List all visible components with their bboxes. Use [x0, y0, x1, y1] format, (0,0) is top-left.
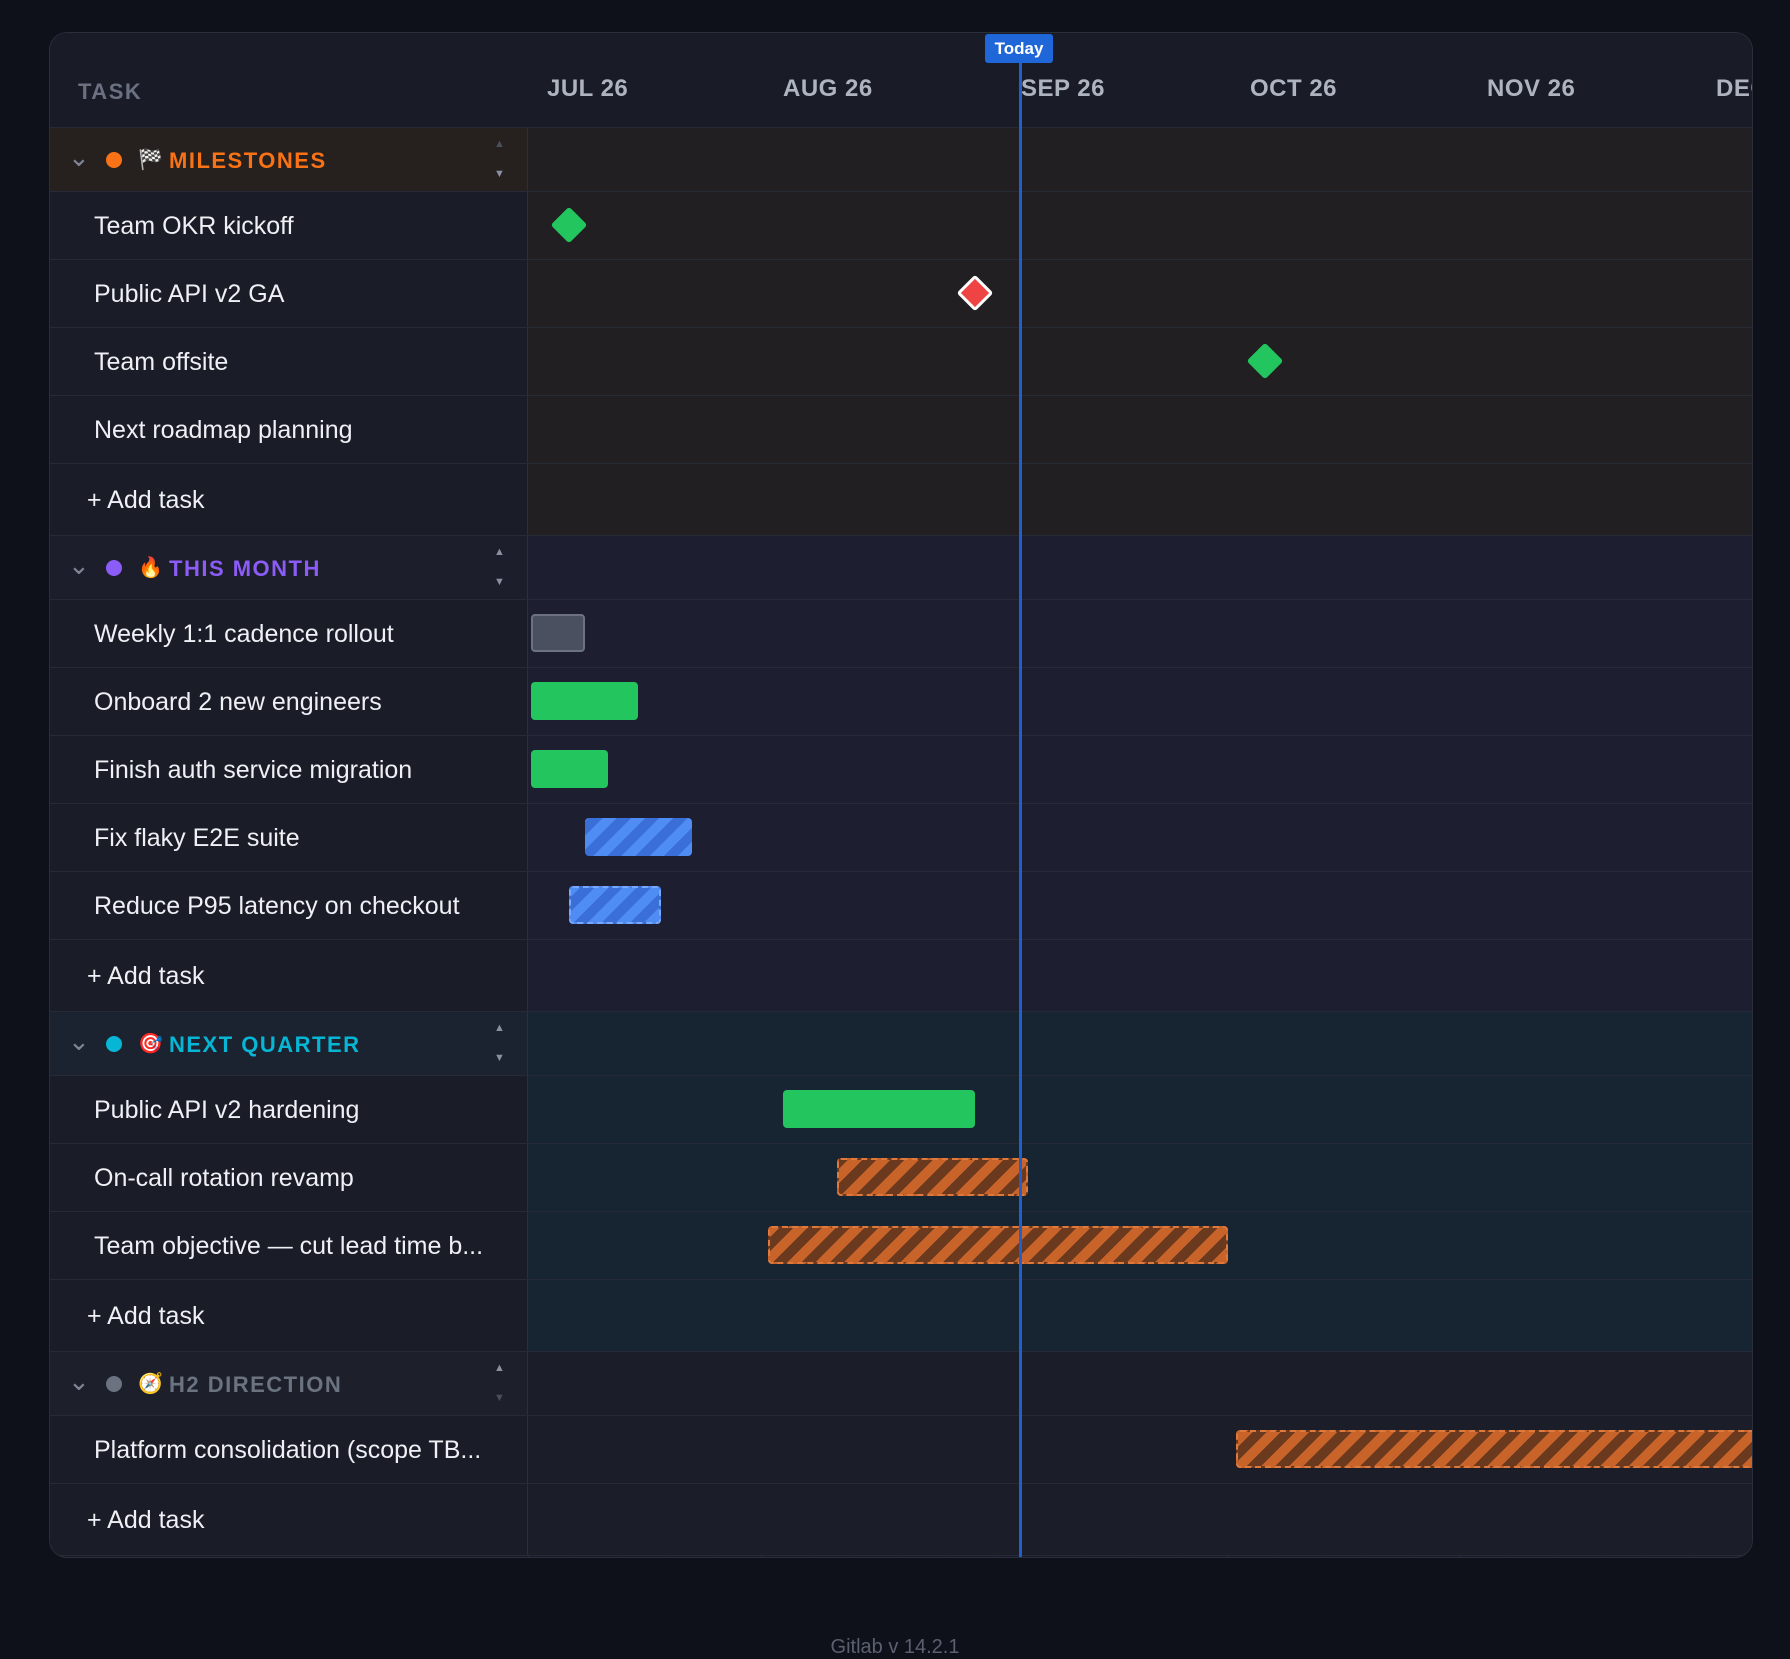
bar-onboard-engineers[interactable] [531, 682, 638, 720]
add-task-row[interactable]: + Add task [50, 1484, 1752, 1556]
task-name: Next roadmap planning [94, 416, 353, 444]
month-label-jul: JUL 26 [547, 75, 629, 102]
task-row[interactable]: Team OKR kickoff [50, 192, 1752, 260]
task-name: Reduce P95 latency on checkout [94, 892, 460, 920]
bar-platform-consolidation[interactable] [1236, 1430, 1752, 1468]
task-name: Team offsite [94, 348, 229, 376]
month-label-nov: NOV 26 [1487, 75, 1576, 102]
move-down-icon[interactable]: ▼ [494, 168, 505, 180]
task-name: Team objective — cut lead time b... [94, 1232, 484, 1260]
task-row[interactable]: Public API v2 GA [50, 260, 1752, 328]
add-task-button[interactable]: + Add task [87, 486, 204, 515]
group-name: H2 DIRECTION [169, 1372, 343, 1397]
add-task-button[interactable]: + Add task [87, 1302, 204, 1331]
task-name: Finish auth service migration [94, 756, 413, 784]
today-badge: Today [985, 34, 1053, 63]
checkered-flag-icon: 🏁 [138, 149, 163, 171]
bar-weekly-1-1-cadence[interactable] [531, 614, 585, 652]
task-name: Platform consolidation (scope TB... [94, 1436, 482, 1464]
group-header-1[interactable]: ⌄ 🔥 THIS MONTH ▲ ▼ [50, 536, 1752, 600]
month-label-aug: AUG 26 [783, 75, 873, 102]
chevron-down-icon[interactable]: ⌄ [68, 1366, 90, 1397]
move-up-icon[interactable]: ▲ [494, 138, 505, 150]
group-color-dot [106, 1036, 122, 1052]
today-marker-line [1019, 63, 1022, 1557]
version-footer: Gitlab v 14.2.1 [830, 1636, 960, 1658]
add-task-button[interactable]: + Add task [87, 962, 204, 991]
month-label-dec: DEC 26 [1716, 75, 1752, 102]
task-row[interactable]: Onboard 2 new engineers [50, 668, 1752, 736]
group-name: MILESTONES [169, 148, 327, 173]
fire-icon: 🔥 [138, 557, 163, 579]
group-header-0[interactable]: ⌄ 🏁 MILESTONES ▲ ▼ [50, 128, 1752, 192]
compass-icon: 🧭 [138, 1373, 163, 1395]
group-color-dot [106, 152, 122, 168]
task-name: Fix flaky E2E suite [94, 824, 300, 852]
task-name: Onboard 2 new engineers [94, 688, 382, 716]
group-name: NEXT QUARTER [169, 1032, 361, 1057]
bar-auth-migration[interactable] [531, 750, 608, 788]
group-header-2[interactable]: ⌄ 🎯 NEXT QUARTER ▲ ▼ [50, 1012, 1752, 1076]
month-label-sep: SEP 26 [1021, 75, 1105, 102]
move-down-icon[interactable]: ▼ [494, 1392, 505, 1404]
group-header-3[interactable]: ⌄ 🧭 H2 DIRECTION ▲ ▼ [50, 1352, 1752, 1416]
task-name: Public API v2 GA [94, 280, 285, 308]
move-down-icon[interactable]: ▼ [494, 1052, 505, 1064]
bar-fix-flaky-e2e[interactable] [585, 818, 692, 856]
task-name: Weekly 1:1 cadence rollout [94, 620, 394, 648]
add-task-row[interactable]: + Add task [50, 464, 1752, 536]
bar-team-objective[interactable] [768, 1226, 1228, 1264]
move-up-icon[interactable]: ▲ [494, 546, 505, 558]
group-color-dot [106, 1376, 122, 1392]
task-row[interactable]: Team offsite [50, 328, 1752, 396]
bar-on-call-rotation[interactable] [837, 1158, 1028, 1196]
chevron-down-icon[interactable]: ⌄ [68, 142, 90, 173]
task-row[interactable]: Finish auth service migration [50, 736, 1752, 804]
chevron-down-icon[interactable]: ⌄ [68, 1026, 90, 1057]
task-row[interactable]: Next roadmap planning [50, 396, 1752, 464]
task-column-header: TASK [78, 79, 143, 104]
month-label-oct: OCT 26 [1250, 75, 1338, 102]
timeline-header: TASK JUL 26 AUG 26 SEP 26 OCT 26 NOV 26 … [50, 33, 1752, 128]
bar-public-api-hardening[interactable] [783, 1090, 975, 1128]
chevron-down-icon[interactable]: ⌄ [68, 550, 90, 581]
group-color-dot [106, 560, 122, 576]
add-task-row[interactable]: + Add task [50, 940, 1752, 1012]
task-row[interactable]: Fix flaky E2E suite [50, 804, 1752, 872]
gantt-chart: ⌄ 🏁 MILESTONES ▲ ▼ Team OKR kickoff Public API… [49, 32, 1753, 1558]
group-name: THIS MONTH [169, 556, 321, 581]
move-up-icon[interactable]: ▲ [494, 1022, 505, 1034]
task-name: On-call rotation revamp [94, 1164, 354, 1192]
move-up-icon[interactable]: ▲ [494, 1362, 505, 1374]
task-name: Team OKR kickoff [94, 212, 294, 240]
add-task-button[interactable]: + Add task [87, 1506, 204, 1535]
task-name: Public API v2 hardening [94, 1096, 360, 1124]
add-task-row[interactable]: + Add task [50, 1280, 1752, 1352]
task-row[interactable]: Reduce P95 latency on checkout [50, 872, 1752, 940]
bar-reduce-p95-latency[interactable] [569, 886, 661, 924]
target-icon: 🎯 [138, 1033, 163, 1055]
task-row[interactable]: Weekly 1:1 cadence rollout [50, 600, 1752, 668]
move-down-icon[interactable]: ▼ [494, 576, 505, 588]
